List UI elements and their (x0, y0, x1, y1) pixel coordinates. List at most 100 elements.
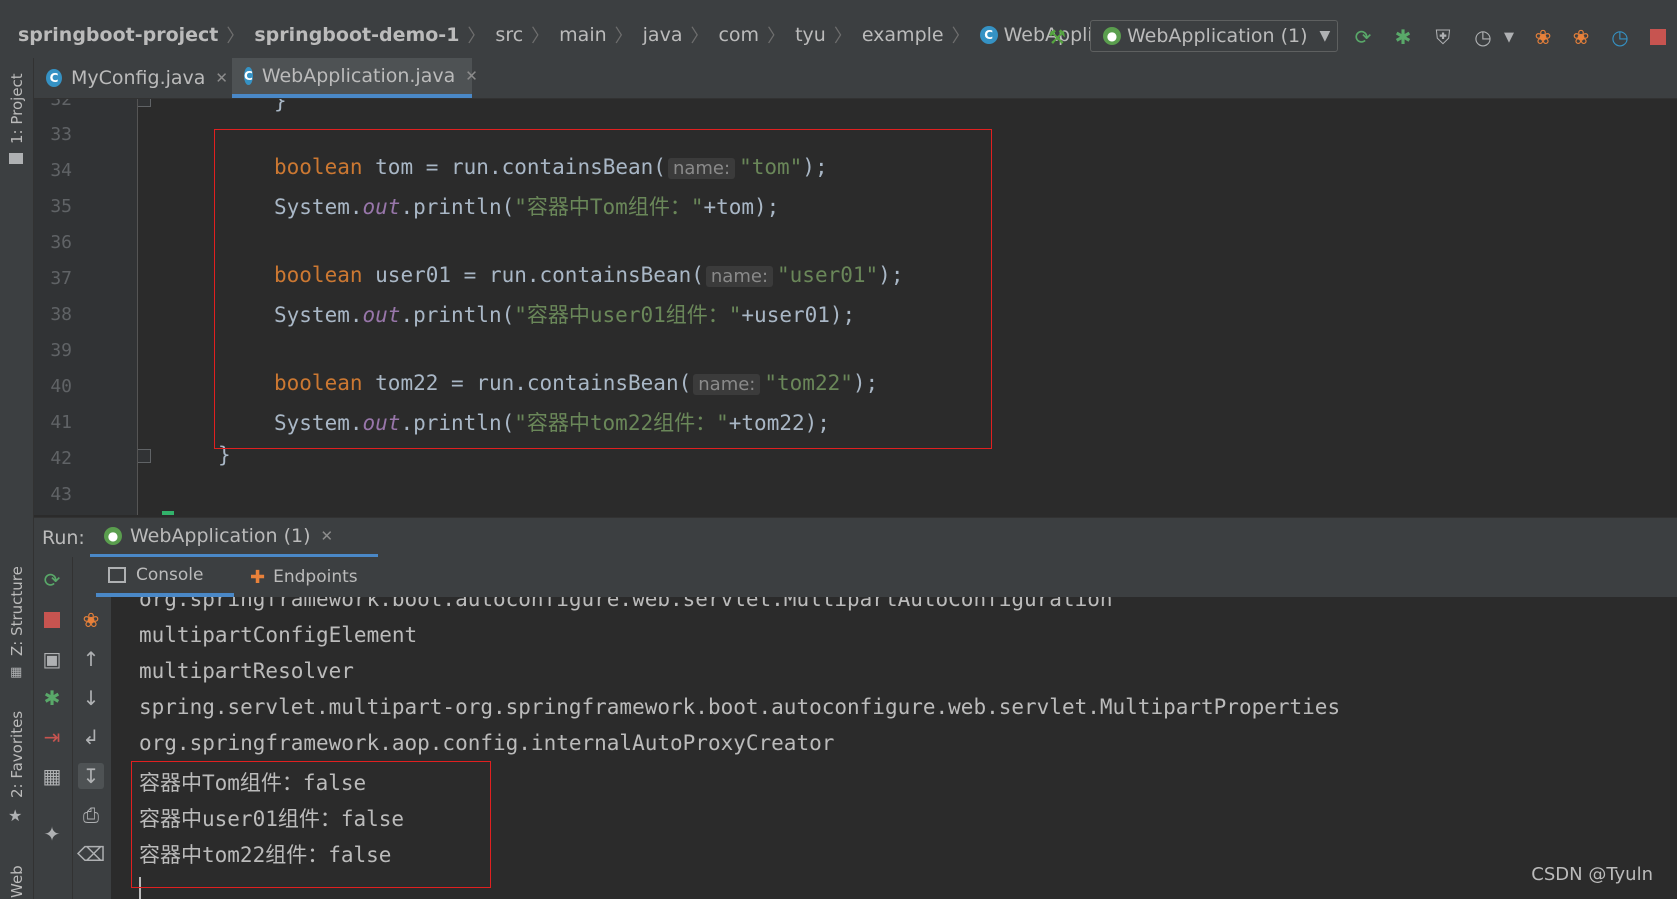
fold-marker-icon[interactable] (137, 449, 151, 463)
breadcrumb-item[interactable]: main (559, 24, 606, 46)
tab-console[interactable]: Console (96, 557, 234, 597)
breadcrumb-item[interactable]: src (495, 24, 523, 46)
star-icon: ★ (8, 806, 23, 825)
layout-icon[interactable]: ▦ (39, 763, 65, 789)
left-tool-strip: 1: Project Z: Structure ▦ 2: Favorites ★… (0, 58, 34, 899)
fold-marker-icon[interactable] (137, 99, 151, 107)
java-class-icon: C (979, 26, 998, 44)
breadcrumb-separator: 〉 (767, 26, 786, 47)
line-number: 42 (50, 448, 72, 469)
chevron-down-icon: ▼ (1319, 28, 1331, 44)
rerun-icon[interactable]: ⟳ (39, 567, 65, 593)
spring-actuator-icon[interactable]: ❀ (78, 607, 104, 633)
tab-webapplication[interactable]: C WebApplication.java ✕ (232, 58, 478, 98)
scroll-to-end-icon[interactable]: ↧ (78, 763, 104, 789)
folder-icon (9, 153, 23, 164)
close-icon[interactable]: ✕ (321, 527, 334, 545)
line-number-gutter: 32 33 34 35 36 37 38 39 40 41 42 43 (34, 99, 151, 515)
breadcrumb-item[interactable]: example (862, 24, 944, 46)
rerun-icon[interactable]: ⟳ (1350, 24, 1376, 50)
spring-services-icon[interactable]: ❀ (1530, 24, 1556, 50)
console-line: multipartConfigElement (139, 623, 418, 647)
pin-icon[interactable]: ✦ (39, 821, 65, 847)
line-number: 43 (50, 484, 72, 505)
line-number: 36 (50, 232, 72, 253)
tab-label: WebApplication.java (261, 65, 456, 87)
spring-boot-icon: ● (104, 527, 122, 545)
soft-wrap-icon[interactable]: ↲ (78, 724, 104, 750)
navigation-bar: springboot-project 〉 springboot-demo-1 〉 src… (0, 14, 1677, 59)
close-icon[interactable]: ✕ (465, 67, 478, 85)
highlight-box (131, 761, 491, 888)
project-tool-button[interactable]: 1: Project (8, 73, 26, 144)
run-configuration-label: WebApplication (1) (1127, 25, 1308, 47)
breadcrumb-item[interactable]: com (718, 24, 759, 46)
gutter-divider (137, 99, 138, 515)
debug-bug-icon[interactable]: ✱ (1390, 24, 1416, 50)
change-marker (162, 511, 174, 515)
tab-myconfig[interactable]: C MyConfig.java ✕ (34, 58, 228, 98)
run-toolbar: ⟳ ▣ ✱ ⇥ ▦ ✦ ❀ ↑ ↓ ↲ ↧ ⎙ ⌫ (34, 557, 112, 899)
console-line: multipartResolver (139, 659, 354, 683)
structure-icon: ▦ (10, 665, 23, 680)
highlight-box (214, 129, 992, 449)
line-number: 33 (50, 124, 72, 145)
run-panel-header: Run: ● WebApplication (1) ✕ (34, 517, 1677, 558)
breadcrumb-separator: 〉 (951, 26, 970, 47)
stop-icon[interactable] (1645, 24, 1671, 50)
build-hammer-icon[interactable]: ⚒ (1044, 24, 1070, 50)
coverage-shield-icon[interactable]: ⛨ (1430, 24, 1456, 50)
debug-bug-icon[interactable]: ✱ (39, 685, 65, 711)
line-number: 35 (50, 196, 72, 217)
arrow-down-icon[interactable]: ↓ (78, 685, 104, 711)
tab-label: Endpoints (273, 567, 358, 587)
favorites-tool-button[interactable]: 2: Favorites (8, 711, 26, 798)
print-icon[interactable]: ⎙ (78, 802, 104, 828)
stop-icon[interactable] (39, 607, 65, 633)
line-number: 37 (50, 268, 72, 289)
close-icon[interactable]: ✕ (215, 69, 228, 87)
console-icon (108, 567, 126, 583)
structure-tool-button[interactable]: Z: Structure (8, 566, 26, 656)
spring-services-alt-icon[interactable]: ❀ (1568, 24, 1594, 50)
console-line: spring.servlet.multipart-org.springframe… (139, 695, 1341, 719)
exit-icon[interactable]: ⇥ (39, 724, 65, 750)
tab-label: MyConfig.java (70, 67, 206, 89)
update-clock-icon[interactable]: ◷ (1607, 24, 1633, 50)
run-tab-label: WebApplication (1) (130, 525, 311, 547)
run-subtabs: Console ✚ Endpoints (34, 557, 1677, 597)
spring-boot-icon: ● (1103, 27, 1121, 45)
endpoints-icon: ✚ (250, 566, 266, 588)
tab-label: Console (136, 565, 204, 585)
code-line-32: } (274, 99, 287, 113)
arrow-up-icon[interactable]: ↑ (78, 646, 104, 672)
code-editor[interactable]: 32 33 34 35 36 37 38 39 40 41 42 43 } bo… (34, 99, 1677, 515)
tab-endpoints[interactable]: ✚ Endpoints (238, 557, 358, 597)
line-number: 32 (50, 99, 72, 110)
breadcrumb-separator: 〉 (614, 26, 633, 47)
breadcrumb: springboot-project 〉 springboot-demo-1 〉 src… (18, 22, 1151, 48)
breadcrumb-item[interactable]: springboot-demo-1 (254, 24, 459, 46)
web-tool-button[interactable]: Web (8, 865, 26, 898)
camera-icon[interactable]: ▣ (39, 646, 65, 672)
console-line: org.springframework.aop.config.internalA… (139, 731, 835, 755)
profiler-icon[interactable]: ◷ (1470, 24, 1496, 50)
breadcrumb-item[interactable]: tyu (795, 24, 826, 46)
watermark: CSDN @Tyuln (1531, 864, 1653, 885)
breadcrumb-item[interactable]: springboot-project (18, 24, 218, 46)
console-line: org.springframework.boot.autoconfigure.w… (139, 597, 1113, 611)
line-number: 38 (50, 304, 72, 325)
run-label: Run: (42, 527, 85, 549)
run-configuration-select[interactable]: ● WebApplication (1) ▼ (1090, 20, 1338, 52)
trash-icon[interactable]: ⌫ (77, 841, 105, 867)
line-number: 40 (50, 376, 72, 397)
java-class-icon: C (46, 69, 62, 87)
console-output[interactable]: org.springframework.boot.autoconfigure.w… (111, 597, 1677, 899)
run-tab-webapplication[interactable]: ● WebApplication (1) ✕ (90, 518, 378, 558)
line-number: 34 (50, 160, 72, 181)
java-class-icon: C (244, 67, 253, 85)
breadcrumb-separator: 〉 (226, 26, 245, 47)
editor-tab-bar: C MyConfig.java ✕ C WebApplication.java … (34, 58, 1677, 99)
profiler-dropdown-icon[interactable]: ▼ (1496, 24, 1522, 50)
breadcrumb-item[interactable]: java (643, 24, 683, 46)
